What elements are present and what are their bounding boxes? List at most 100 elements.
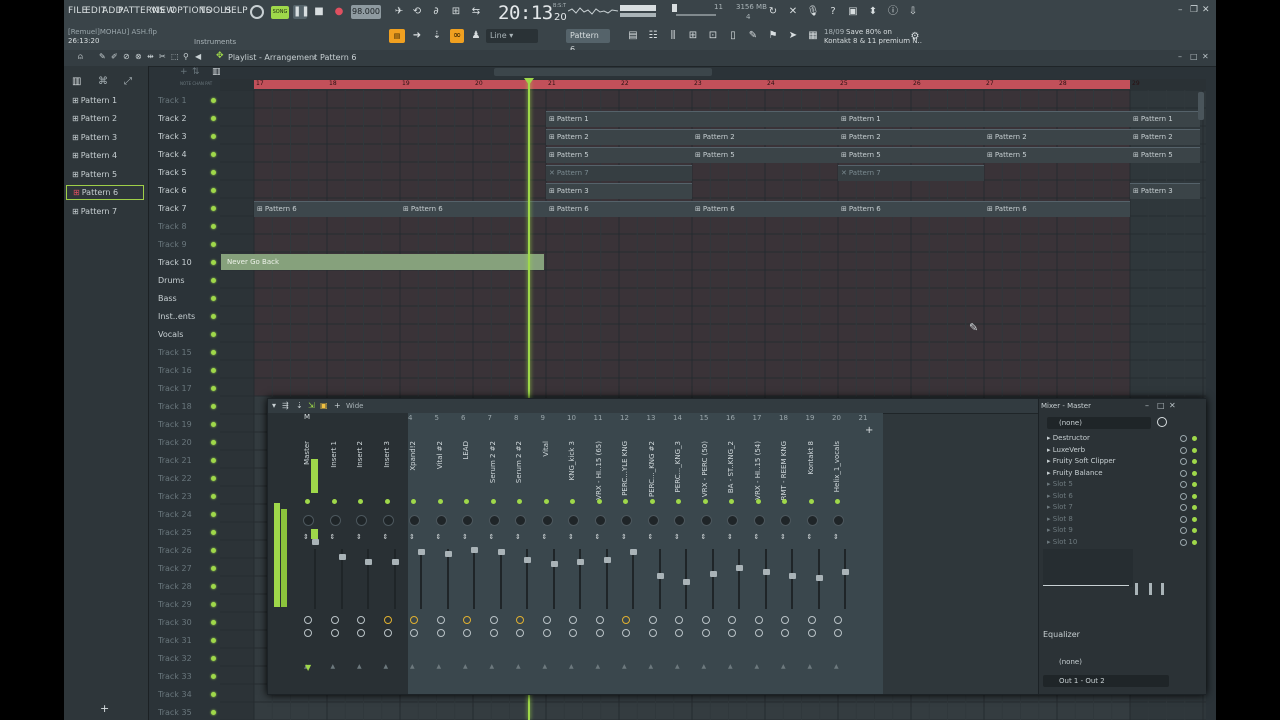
mixer-route-ring[interactable] <box>834 616 842 624</box>
pattern-item-selected[interactable]: ⊞ Pattern 6 <box>66 185 144 200</box>
slot-enable-led[interactable] <box>1192 528 1197 533</box>
mixer-stereo-icon[interactable]: ⇕ <box>727 533 733 541</box>
mixer-send-arrow-icon[interactable]: ▲ <box>702 663 707 670</box>
mixer-strip-led[interactable] <box>464 499 469 504</box>
track-mute-led[interactable] <box>211 656 216 661</box>
mixer-route-ring[interactable] <box>569 616 577 624</box>
mixer-route-ring[interactable] <box>754 616 763 624</box>
track-mute-led[interactable] <box>211 386 216 391</box>
pattern-clip[interactable]: ⊞ Pattern 6 <box>400 201 546 217</box>
mixer-strip-led[interactable] <box>782 499 787 504</box>
slot-mix-knob[interactable] <box>1180 446 1187 454</box>
mixer-volume-fader[interactable] <box>365 559 372 565</box>
countdown-icon[interactable]: ⇆ <box>469 5 483 19</box>
pattern-clip[interactable]: ⊞ Pattern 6 <box>838 201 984 217</box>
mixer-stereo-icon[interactable]: ⇕ <box>648 533 654 541</box>
blend-icon[interactable]: ∂ <box>429 5 443 19</box>
slot-mix-knob[interactable] <box>1180 504 1187 511</box>
mixer-pan-knob[interactable] <box>462 515 473 526</box>
gear-icon[interactable]: ⚙ <box>908 30 922 44</box>
mixer-stereo-icon[interactable]: ⇕ <box>833 533 839 541</box>
mixer-pan-knob[interactable] <box>568 515 579 526</box>
track-mute-led[interactable] <box>211 296 216 301</box>
track-mute-led[interactable] <box>211 332 216 337</box>
track-mute-led[interactable] <box>211 422 216 427</box>
mixer-strip-led[interactable] <box>835 499 840 504</box>
track-header[interactable]: Track 16 <box>158 362 220 380</box>
track-mute-led[interactable] <box>211 134 216 139</box>
mixer-route-ring[interactable] <box>648 616 657 624</box>
metronome-dial-icon[interactable] <box>250 5 264 19</box>
mixer-pan-knob[interactable] <box>515 515 526 526</box>
project-info-icon[interactable]: ▦ <box>806 29 820 43</box>
mixer-strip-led[interactable] <box>702 499 708 504</box>
download-icon[interactable]: ⇩ <box>906 5 920 19</box>
track-header[interactable]: Track 4 <box>158 146 220 164</box>
mixer-stereo-icon[interactable]: ⇕ <box>674 533 680 541</box>
track-options-icon[interactable]: ⇅ <box>192 67 200 77</box>
effect-slot[interactable]: ▸ Slot 7 <box>1047 502 1197 513</box>
slot-mix-knob[interactable] <box>1180 481 1187 488</box>
add-insert-icon[interactable]: + <box>865 425 873 436</box>
mixer-stereo-icon[interactable]: ⇕ <box>303 533 309 541</box>
track-mute-led[interactable] <box>211 638 216 643</box>
mixer-pan-knob[interactable] <box>647 515 659 526</box>
pattern-clip[interactable]: ⊞ Pattern 2 <box>692 129 838 145</box>
track-header[interactable]: Track 35 <box>158 704 220 720</box>
mixer-send-ring[interactable] <box>834 629 842 637</box>
pattern-clip[interactable]: ⊞ Pattern 1 <box>838 111 1130 127</box>
inspector-output-select[interactable]: Out 1 - Out 2 <box>1043 675 1169 687</box>
track-mute-led[interactable] <box>211 530 216 535</box>
mixer-volume-fader[interactable] <box>842 569 849 575</box>
inspector-close-icon[interactable]: ✕ <box>1169 401 1176 410</box>
track-mute-led[interactable] <box>211 188 216 193</box>
microphone-icon[interactable]: 🎙 <box>806 5 820 19</box>
track-mute-led[interactable] <box>211 584 216 589</box>
track-mute-led[interactable] <box>211 224 216 229</box>
mixer-send-arrow-icon[interactable]: ▲ <box>649 663 654 670</box>
mixer-stereo-icon[interactable]: ⇕ <box>542 533 548 541</box>
track-mute-led[interactable] <box>211 512 216 517</box>
mixer-send-ring[interactable] <box>595 629 604 637</box>
mixer-volume-fader[interactable] <box>497 549 505 555</box>
pattern-clip-muted[interactable]: ✕ Pattern 7 <box>838 165 984 181</box>
effect-slot[interactable]: ▸ Slot 5 <box>1047 479 1197 490</box>
mixer-send-ring[interactable] <box>436 629 445 637</box>
news-line-1[interactable]: Save 80% on <box>846 28 892 36</box>
mixer-send-ring[interactable] <box>357 629 365 637</box>
slip-tool-icon[interactable]: ⇹ <box>147 52 154 61</box>
slot-enable-led[interactable] <box>1192 539 1197 545</box>
brush-tool-icon[interactable]: ✐ <box>111 52 118 61</box>
menu-help[interactable]: HELP <box>224 6 248 16</box>
inspector-maximize-icon[interactable]: □ <box>1157 401 1165 410</box>
mixer-send-arrow-icon[interactable]: ▲ <box>437 663 442 670</box>
playlist-close-icon[interactable]: ✕ <box>1202 52 1209 61</box>
slot-mix-knob[interactable] <box>1180 458 1187 465</box>
track-mute-led[interactable] <box>211 692 216 697</box>
horizontal-scrollbar[interactable] <box>494 68 712 76</box>
track-header[interactable]: Track 9 <box>158 236 220 254</box>
mixer-pan-knob[interactable] <box>541 515 553 526</box>
mixer-send-ring[interactable] <box>516 629 524 637</box>
slip-icon[interactable]: ⇣ <box>430 29 444 43</box>
mixer-send-ring[interactable] <box>410 629 418 637</box>
vertical-scrollbar[interactable] <box>1198 92 1204 120</box>
pattern-selector[interactable]: Pattern 6 <box>566 29 610 54</box>
mixer-send-ring[interactable] <box>304 629 312 637</box>
stamp-icon[interactable]: ♟ <box>469 29 483 43</box>
pattern-clip[interactable]: ⊞ Pattern 5 <box>1130 147 1200 163</box>
pattern-clip-muted[interactable]: ✕ Pattern 7 <box>546 165 692 181</box>
mixer-volume-fader[interactable] <box>338 554 346 560</box>
track-mute-led[interactable] <box>211 674 216 679</box>
mixer-strip-led[interactable] <box>358 499 363 504</box>
mixer-pan-knob[interactable] <box>329 515 341 526</box>
mixer-send-ring[interactable] <box>701 629 710 637</box>
step-edit-icon[interactable]: ⟲ <box>410 5 424 19</box>
track-header[interactable]: Track 25 <box>158 524 220 542</box>
mixer-send-arrow-icon[interactable]: ▲ <box>781 663 786 670</box>
track-header[interactable]: Track 24 <box>158 506 220 524</box>
mixer-pan-knob[interactable] <box>382 515 394 526</box>
browser-icon[interactable]: ⊞ <box>686 29 700 43</box>
mixer-icon[interactable]: ⫼ <box>666 29 680 43</box>
slot-enable-led[interactable] <box>1192 470 1197 476</box>
